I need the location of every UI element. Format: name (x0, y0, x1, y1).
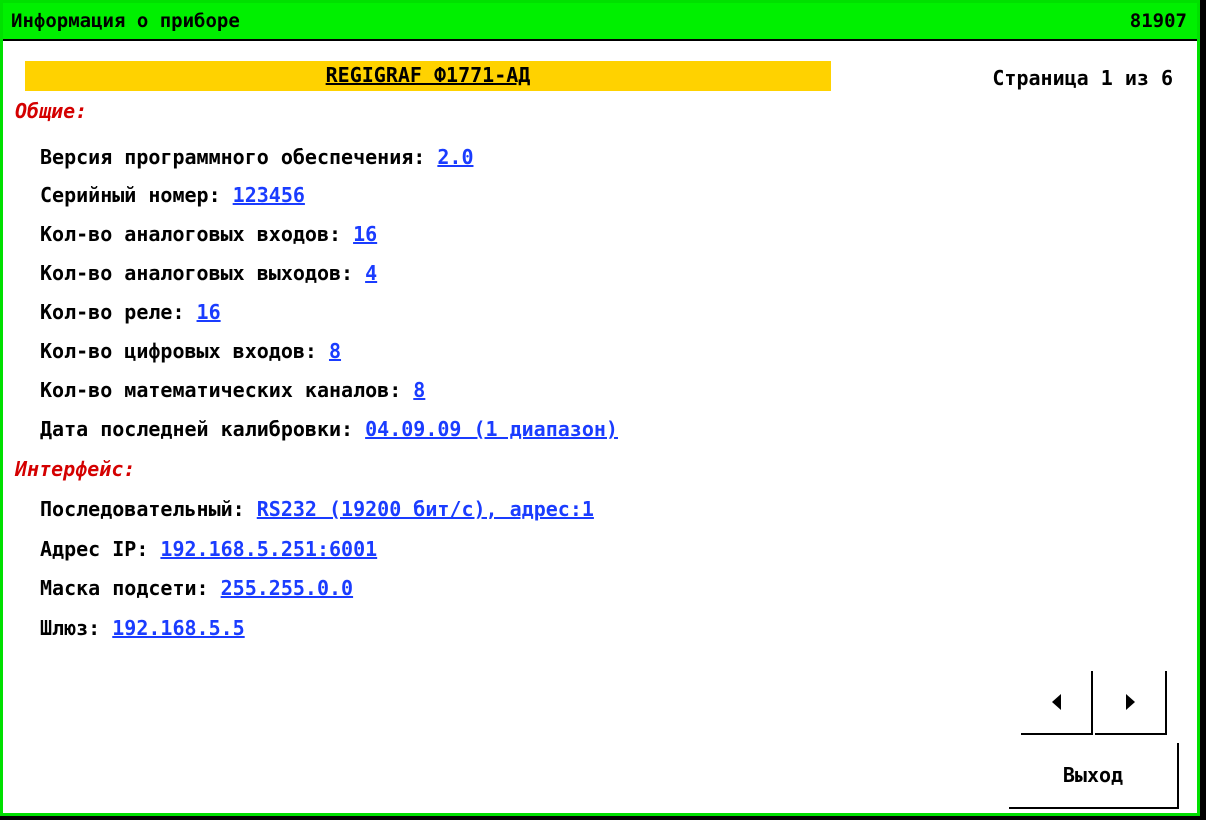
field-label: Версия программного обеспечения: (40, 145, 438, 169)
field-value[interactable]: 2.0 (437, 145, 473, 169)
section-heading-general: Общие: (15, 99, 88, 123)
field-digital-inputs: Кол-во цифровых входов: 8 (40, 339, 341, 363)
field-subnet-mask: Маска подсети: 255.255.0.0 (40, 576, 353, 600)
field-value[interactable]: 4 (365, 261, 377, 285)
field-label: Кол-во математических каналов: (40, 378, 414, 402)
arrow-left-icon (1051, 694, 1061, 710)
field-value[interactable]: 123456 (233, 183, 305, 207)
field-analog-outputs: Кол-во аналоговых выходов: 4 (40, 261, 377, 285)
field-label: Кол-во аналоговых входов: (40, 222, 354, 246)
field-label: Адрес IP: (40, 537, 161, 561)
field-value[interactable]: 8 (329, 339, 341, 363)
field-label: Шлюз: (40, 616, 113, 640)
device-name: REGIGRAF Ф1771-АД (325, 63, 531, 87)
field-value[interactable]: 04.09.09 (1 диапазон) (365, 417, 618, 441)
field-label: Кол-во цифровых входов: (40, 339, 329, 363)
window-code: 81907 (1129, 10, 1187, 32)
field-label: Кол-во аналоговых выходов: (40, 261, 366, 285)
prev-page-button[interactable] (1021, 671, 1093, 735)
field-analog-inputs: Кол-во аналоговых входов: 16 (40, 222, 377, 246)
field-serial-number: Серийный номер: 123456 (40, 183, 305, 207)
field-label: Дата последней калибровки: (40, 417, 366, 441)
field-value[interactable]: 16 (197, 300, 221, 324)
field-math-channels: Кол-во математических каналов: 8 (40, 378, 425, 402)
section-heading-interface: Интерфейс: (15, 457, 136, 481)
device-banner: REGIGRAF Ф1771-АД (25, 61, 831, 91)
field-last-calibration: Дата последней калибровки: 04.09.09 (1 д… (40, 417, 618, 441)
field-firmware-version: Версия программного обеспечения: 2.0 (40, 145, 473, 169)
field-relays: Кол-во реле: 16 (40, 300, 221, 324)
field-serial-port: Последовательный: RS232 (19200 бит/с), а… (40, 497, 594, 521)
page-indicator: Страница 1 из 6 (992, 66, 1173, 90)
exit-button-label: Выход (1062, 763, 1124, 787)
field-value[interactable]: RS232 (19200 бит/с), адрес:1 (257, 497, 594, 521)
field-value[interactable]: 16 (353, 222, 377, 246)
field-gateway: Шлюз: 192.168.5.5 (40, 616, 245, 640)
exit-button[interactable]: Выход (1009, 743, 1179, 809)
field-label: Серийный номер: (40, 183, 233, 207)
field-label: Кол-во реле: (40, 300, 197, 324)
field-label: Последовательный: (40, 497, 257, 521)
window-title: Информация о приборе (11, 10, 240, 32)
device-info-window: Информация о приборе 81907 REGIGRAF Ф177… (0, 0, 1200, 816)
field-value[interactable]: 192.168.5.251:6001 (160, 537, 377, 561)
field-value[interactable]: 255.255.0.0 (221, 576, 353, 600)
next-page-button[interactable] (1095, 671, 1167, 735)
title-bar: Информация о приборе 81907 (3, 3, 1197, 41)
arrow-right-icon (1125, 694, 1135, 710)
field-ip-address: Адрес IP: 192.168.5.251:6001 (40, 537, 377, 561)
field-value[interactable]: 8 (413, 378, 425, 402)
field-label: Маска подсети: (40, 576, 221, 600)
field-value[interactable]: 192.168.5.5 (112, 616, 244, 640)
